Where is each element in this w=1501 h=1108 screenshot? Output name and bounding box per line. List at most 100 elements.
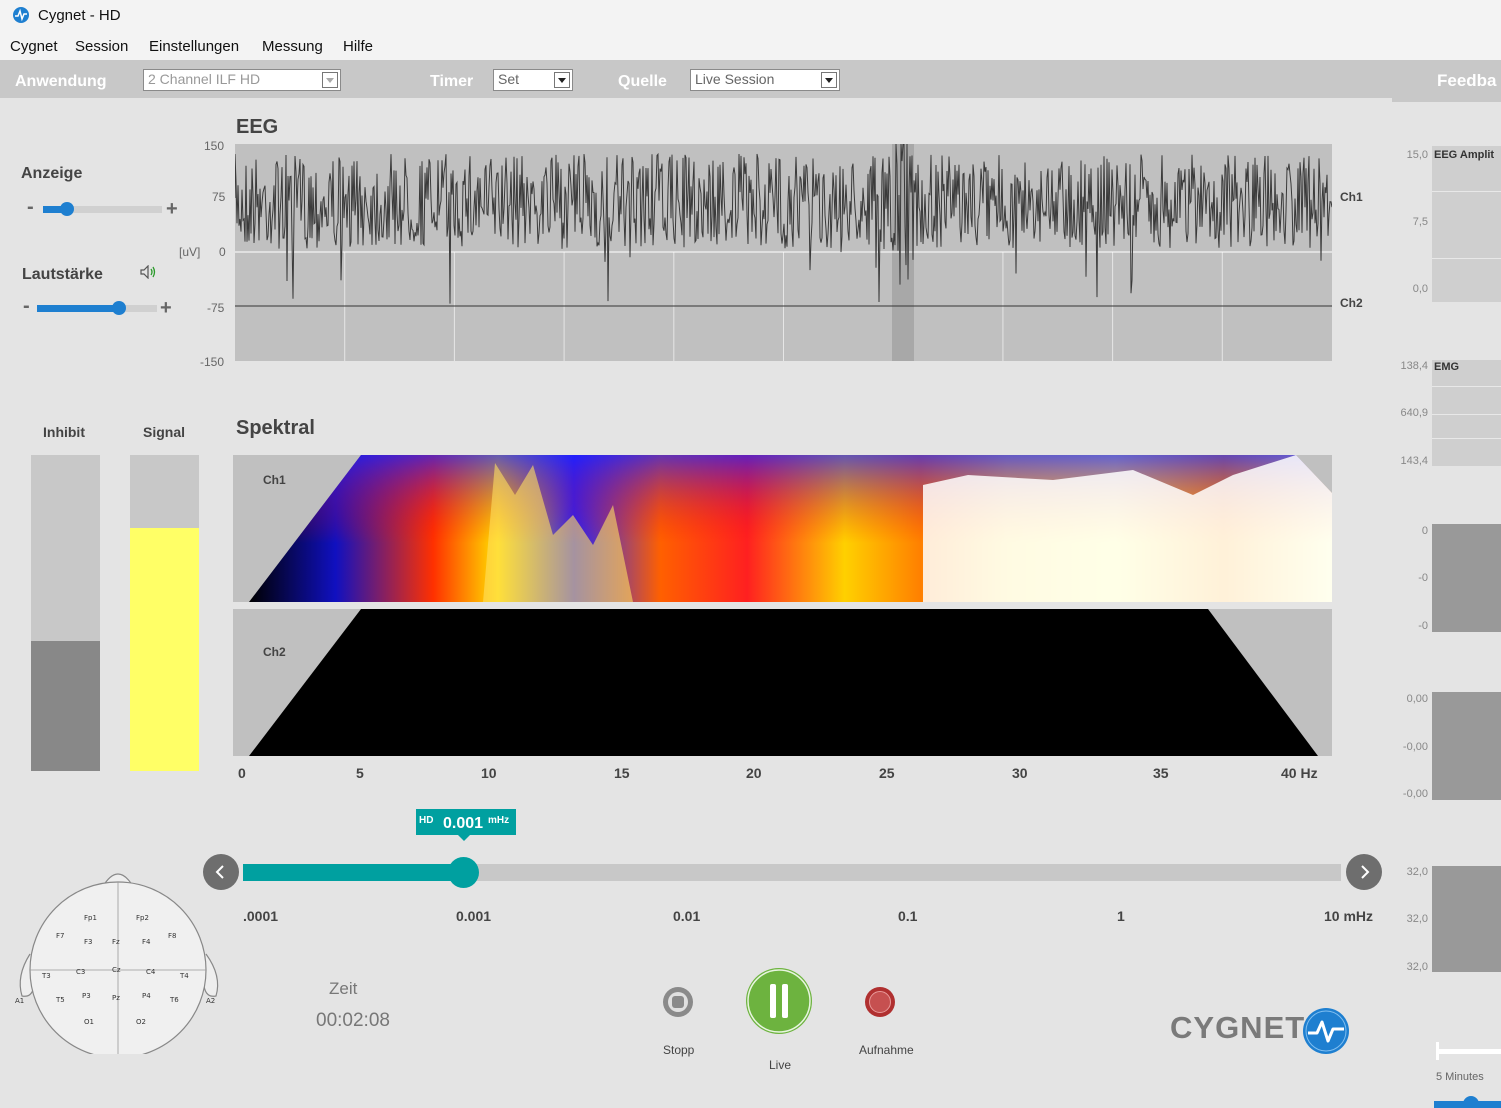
menu-hilfe[interactable]: Hilfe	[343, 38, 373, 55]
lautstaerke-minus-button[interactable]: -	[23, 295, 30, 318]
rp-scale: -0	[1418, 572, 1428, 584]
anwendung-label: Anwendung	[15, 73, 107, 90]
spectral-ch1-plot	[233, 455, 1332, 602]
title-bar: Cygnet - HD	[0, 0, 1501, 32]
rp-scale: 0	[1421, 525, 1428, 537]
rp-scale: 0,00	[1406, 693, 1428, 705]
electrode-t5[interactable]: T5	[55, 996, 65, 1004]
rp-scale: 0,0	[1412, 283, 1428, 295]
spektral-title: Spektral	[236, 417, 315, 439]
electrode-t4[interactable]: T4	[179, 972, 189, 980]
electrode-fz[interactable]: Fz	[112, 938, 120, 946]
freq-tick: 10	[481, 765, 497, 781]
electrode-f4[interactable]: F4	[142, 938, 151, 946]
mhz-tick: 0.1	[898, 908, 918, 924]
anwendung-dropdown[interactable]: 2 Channel ILF HD	[143, 69, 341, 91]
eeg-amplitude-bar	[1432, 146, 1501, 302]
freq-tick: 35	[1153, 765, 1169, 781]
menu-cygnet[interactable]: Cygnet	[10, 38, 58, 55]
electrode-a2[interactable]: A2	[206, 997, 215, 1005]
window-title: Cygnet - HD	[38, 7, 121, 24]
rp-scale: 32,0	[1406, 961, 1428, 973]
electrode-f3[interactable]: F3	[84, 938, 92, 946]
rp-scale: -0,00	[1402, 741, 1428, 753]
quelle-label: Quelle	[618, 73, 667, 90]
timer-dropdown[interactable]: Set	[493, 69, 573, 91]
freq-tick: 0	[238, 765, 246, 781]
electrode-p4[interactable]: P4	[142, 992, 151, 1000]
eeg-unit: [uV]	[179, 245, 201, 259]
frequency-slider-handle[interactable]	[447, 857, 479, 888]
signal-bar-fill	[130, 527, 199, 771]
electrode-fp1[interactable]: Fp1	[84, 914, 97, 922]
electrode-o1[interactable]: O1	[84, 1018, 94, 1026]
toolbar: Anwendung 2 Channel ILF HD Timer Set Que…	[0, 60, 1392, 98]
anzeige-slider-handle[interactable]	[59, 202, 74, 216]
chevron-down-icon	[821, 72, 837, 88]
eeg-ytick: 0	[219, 245, 226, 259]
stop-label: Stopp	[663, 1043, 695, 1057]
lautstaerke-slider-fill	[37, 305, 119, 312]
hd-badge-prefix: HD	[419, 815, 434, 826]
eeg-amplitude-title: EEG Amplit	[1434, 149, 1495, 161]
stop-button[interactable]	[663, 987, 693, 1017]
record-button[interactable]	[865, 987, 895, 1017]
frequency-unit: mHz	[488, 815, 510, 826]
electrode-t3[interactable]: T3	[41, 972, 51, 980]
mhz-tick: .0001	[243, 908, 279, 924]
electrode-f8[interactable]: F8	[168, 932, 176, 940]
anzeige-minus-button[interactable]: -	[27, 196, 34, 219]
feedback-bar-3	[1432, 524, 1501, 632]
electrode-o2[interactable]: O2	[136, 1018, 146, 1026]
freq-tick: 25	[879, 765, 895, 781]
rp-scale: 7,5	[1412, 216, 1428, 228]
lautstaerke-plus-button[interactable]: +	[160, 297, 172, 320]
inhibit-bar	[31, 455, 100, 771]
mhz-tick: 1	[1117, 908, 1125, 924]
live-label: Live	[769, 1058, 792, 1072]
electrode-f7[interactable]: F7	[56, 932, 64, 940]
duration-slider-handle[interactable]	[1463, 1096, 1479, 1108]
chevron-right-icon	[1361, 865, 1370, 879]
badge-pointer	[458, 835, 470, 841]
quelle-dropdown[interactable]: Live Session	[690, 69, 840, 91]
speaker-icon[interactable]	[140, 265, 158, 279]
electrode-cz[interactable]: Cz	[112, 966, 121, 974]
duration-label: 5 Minutes	[1436, 1071, 1484, 1083]
spectral-ch1-label: Ch1	[263, 473, 286, 487]
electrode-t6[interactable]: T6	[169, 996, 179, 1004]
menu-session[interactable]: Session	[75, 38, 128, 55]
rp-scale: 138,4	[1400, 360, 1428, 372]
menu-messung[interactable]: Messung	[262, 38, 323, 55]
inhibit-label: Inhibit	[43, 424, 85, 440]
feedback-bar-4	[1432, 692, 1501, 800]
signal-label: Signal	[143, 424, 186, 440]
electrode-c3[interactable]: C3	[76, 968, 85, 976]
record-icon	[869, 991, 891, 1013]
electrode-pz[interactable]: Pz	[112, 994, 120, 1002]
eeg-title: EEG	[236, 116, 279, 138]
lautstaerke-slider-handle[interactable]	[111, 301, 126, 315]
eeg-ch1-label: Ch1	[1340, 190, 1363, 204]
signal-bar	[130, 455, 199, 771]
electrode-head-map[interactable]: Fp1 Fp2 F7 F3 Fz F4 F8 T3 C3 Cz C4 T4 T5 P3 Pz P4 T6 O1 O2…	[12, 866, 226, 1054]
electrode-fp2[interactable]: Fp2	[136, 914, 149, 922]
anwendung-value: 2 Channel ILF HD	[148, 71, 261, 87]
frequency-next-button[interactable]	[1346, 854, 1382, 890]
bar-divider	[1432, 414, 1501, 415]
mhz-tick: 0.001	[456, 908, 492, 924]
spectral-ch2-label: Ch2	[263, 645, 286, 659]
menu-einstellungen[interactable]: Einstellungen	[149, 38, 239, 55]
quelle-value: Live Session	[695, 71, 775, 87]
freq-tick: 20	[746, 765, 762, 781]
zeit-value: 00:02:08	[316, 1010, 390, 1031]
rp-scale: -0,00	[1402, 788, 1428, 800]
live-pause-button[interactable]	[746, 968, 812, 1034]
anzeige-label: Anzeige	[21, 165, 83, 182]
anzeige-plus-button[interactable]: +	[166, 198, 178, 221]
electrode-a1[interactable]: A1	[15, 997, 24, 1005]
rp-scale: 640,9	[1400, 407, 1428, 419]
electrode-p3[interactable]: P3	[82, 992, 91, 1000]
electrode-c4[interactable]: C4	[146, 968, 156, 976]
feedback-label: Feedba	[1437, 71, 1497, 90]
